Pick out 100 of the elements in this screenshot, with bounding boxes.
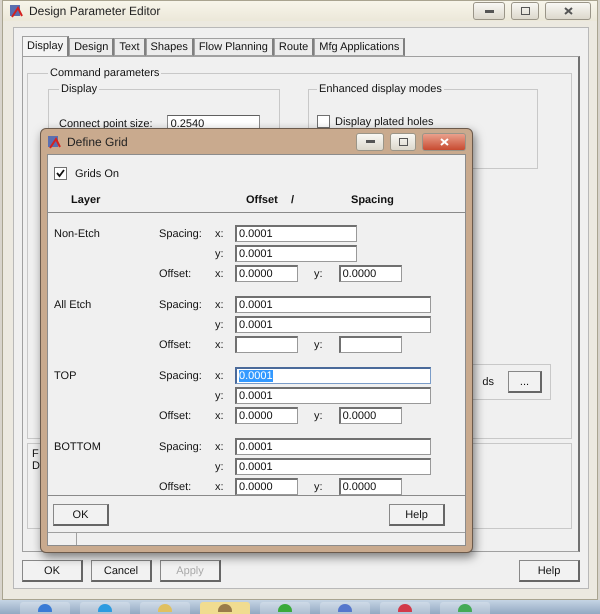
dialog-button[interactable]: OK: [22, 560, 83, 582]
window-title: Design Parameter Editor: [29, 4, 160, 18]
layer-name: All Etch: [54, 298, 92, 310]
input-field[interactable]: [338, 336, 402, 353]
field-value: 0.0001: [239, 228, 273, 240]
field-label: Connect point size:: [59, 118, 153, 130]
checkbox-label: Display plated holes: [335, 116, 434, 128]
field-value: 0.0001: [239, 441, 273, 453]
field-value: 0.0001: [239, 390, 273, 402]
axis-label: y:: [215, 460, 225, 472]
axis-label: x:: [215, 298, 225, 310]
taskbar-button[interactable]: [200, 602, 250, 614]
layer-name: BOTTOM: [54, 440, 102, 452]
dialog-button[interactable]: Help: [389, 504, 445, 526]
column-header: /: [291, 194, 296, 206]
close-icon[interactable]: [564, 7, 572, 15]
option-label: D: [32, 460, 40, 472]
axis-label: x:: [215, 440, 225, 452]
checkbox[interactable]: [317, 115, 330, 128]
axis-label: x:: [215, 410, 225, 422]
app-icon: [98, 602, 112, 612]
axis-label: x:: [215, 338, 225, 350]
maximize-icon[interactable]: [520, 7, 530, 15]
field-label: Spacing:: [159, 298, 203, 310]
input-field[interactable]: 0.0001: [235, 296, 431, 313]
tab[interactable]: Shapes: [146, 38, 194, 56]
field-value: 0.0000: [342, 481, 376, 493]
field-label: Spacing:: [159, 370, 203, 382]
field-value: 0.0000: [239, 481, 273, 493]
tab[interactable]: Display: [22, 36, 70, 56]
minimize-icon[interactable]: [366, 140, 374, 143]
input-field[interactable]: 0.0001: [235, 225, 357, 242]
taskbar-button[interactable]: [380, 602, 430, 614]
axis-label: y:: [215, 318, 225, 330]
field-value: 0.0000: [239, 410, 273, 422]
tab[interactable]: Design: [69, 38, 114, 56]
option-label: F: [32, 448, 39, 460]
axis-label: y:: [215, 248, 225, 260]
field-value: 0.0000: [239, 268, 273, 280]
field-label: Offset:: [159, 410, 192, 422]
group-title: Enhanced display modes: [318, 83, 443, 95]
input-field[interactable]: 0.0001: [235, 438, 431, 455]
field-value: 0.0001: [239, 370, 273, 382]
field-value: 0.0001: [239, 248, 273, 260]
field-value: 0.0001: [239, 319, 273, 331]
column-header: Spacing: [351, 194, 395, 206]
checkbox-label: Grids On: [75, 168, 120, 180]
check-icon: [56, 169, 65, 178]
field-label: Offset:: [159, 480, 192, 492]
group-title: Command parameters: [49, 67, 160, 79]
axis-label: y:: [314, 480, 323, 492]
field-value: 0.0000: [342, 410, 376, 422]
axis-label: y:: [314, 268, 323, 280]
field-label: Offset:: [159, 268, 192, 280]
maximize-icon[interactable]: [398, 138, 408, 146]
app-icon: [47, 134, 61, 148]
input-field[interactable]: 0.0001: [235, 458, 431, 475]
input-field[interactable]: 0.0001: [235, 316, 431, 333]
input-field[interactable]: 0.0000: [235, 265, 298, 282]
field-value: 0.0000: [342, 268, 376, 280]
input-field[interactable]: 0.0001: [235, 245, 357, 262]
column-header: Offset: [246, 194, 279, 206]
field-label: Offset:: [159, 338, 192, 350]
tab[interactable]: Text: [114, 38, 146, 56]
input-field[interactable]: 0.0000: [235, 478, 298, 495]
tab[interactable]: Flow Planning: [194, 38, 274, 56]
app-icon: [458, 602, 472, 612]
app-icon: [158, 602, 172, 612]
input-field[interactable]: 0.0000: [338, 478, 402, 495]
app-icon: [38, 602, 52, 612]
input-field[interactable]: 0.0000: [235, 407, 298, 424]
dialog-button[interactable]: OK: [53, 504, 109, 526]
axis-label: y:: [314, 338, 323, 350]
axis-label: x:: [215, 228, 225, 240]
axis-label: y:: [314, 410, 323, 422]
app-icon: [9, 4, 23, 18]
taskbar-button[interactable]: [320, 602, 370, 614]
browse-button[interactable]: ...: [508, 371, 542, 393]
input-field[interactable]: [235, 336, 298, 353]
axis-label: x:: [215, 480, 225, 492]
field-value: 0.0001: [239, 299, 273, 311]
tab[interactable]: Route: [274, 38, 314, 56]
axis-label: x:: [215, 268, 225, 280]
option-label: ds: [482, 376, 494, 388]
dialog-button[interactable]: Cancel: [91, 560, 152, 582]
checkbox[interactable]: [54, 167, 67, 180]
taskbar-button[interactable]: [20, 602, 70, 614]
group-title: Display: [60, 83, 98, 95]
minimize-icon[interactable]: [484, 10, 494, 12]
layer-name: Non-Etch: [54, 228, 101, 240]
input-field[interactable]: 0.0000: [338, 407, 402, 424]
input-field[interactable]: 0.0001: [235, 387, 431, 404]
field-label: Spacing:: [159, 440, 203, 452]
axis-label: x:: [215, 370, 225, 382]
input-field[interactable]: 0.0000: [338, 265, 402, 282]
layer-name: TOP: [54, 370, 78, 382]
dialog-button[interactable]: Help: [519, 560, 580, 582]
app-icon: [278, 602, 292, 612]
tab[interactable]: Mfg Applications: [314, 38, 406, 56]
field-value: 0.0001: [239, 461, 273, 473]
